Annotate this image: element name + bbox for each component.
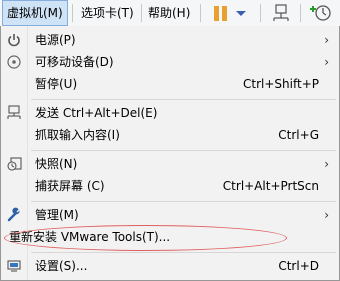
menubar-divider <box>72 4 73 22</box>
menu-item-removable-devices[interactable]: 可移动设备(D) › <box>1 51 339 73</box>
network-icon <box>273 4 289 21</box>
menu-item-grab-input[interactable]: 抓取输入内容(I) Ctrl+G <box>1 124 339 146</box>
menubar-divider <box>141 4 142 22</box>
menu-item-label: 管理(M) <box>35 208 79 222</box>
menu-help[interactable]: 帮助(H) <box>144 0 194 26</box>
pause-dropdown-button[interactable] <box>234 2 248 24</box>
menu-item-send-ctrl-alt-del[interactable]: 发送 Ctrl+Alt+Del(E) <box>1 102 339 124</box>
menu-item-label: 捕获屏幕 (C) <box>35 179 105 193</box>
menu-item-manage[interactable]: 管理(M) › <box>1 204 339 226</box>
menu-separator <box>31 201 336 202</box>
menu-item-shortcut: Ctrl+D <box>278 259 319 273</box>
menu-separator <box>31 99 336 100</box>
pause-icon <box>214 6 227 21</box>
menu-separator <box>31 252 336 253</box>
menu-item-shortcut: Ctrl+Shift+P <box>243 77 319 91</box>
submenu-arrow-icon: › <box>324 33 329 47</box>
menu-item-shortcut: Ctrl+G <box>278 128 319 142</box>
submenu-arrow-icon: › <box>324 55 329 69</box>
menu-item-label: 抓取输入内容(I) <box>35 128 120 142</box>
menu-separator <box>31 150 336 151</box>
toolbar-divider <box>260 4 261 22</box>
menu-item-label: 发送 Ctrl+Alt+Del(E) <box>35 106 158 120</box>
menu-item-settings[interactable]: 设置(S)... Ctrl+D <box>1 255 339 277</box>
submenu-arrow-icon: › <box>324 208 329 222</box>
menu-item-label: 重新安装 VMware Tools(T)... <box>9 230 171 244</box>
snapshot-icon <box>310 5 331 21</box>
settings-icon <box>7 260 21 272</box>
take-snapshot-button[interactable] <box>310 2 334 24</box>
snapshot-icon <box>7 157 22 171</box>
wrench-icon <box>7 207 20 222</box>
menu-item-label: 暂停(U) <box>35 77 78 91</box>
menu-item-capture-screen[interactable]: 捕获屏幕 (C) Ctrl+Alt+PrtScn <box>1 175 339 197</box>
menu-item-pause[interactable]: 暂停(U) Ctrl+Shift+P <box>1 73 339 95</box>
menubar-divider <box>200 4 201 22</box>
send-ctrl-alt-del-button[interactable] <box>270 2 292 24</box>
menu-vm[interactable]: 虚拟机(M) <box>2 0 68 26</box>
menu-bar: 虚拟机(M) 选项卡(T) 帮助(H) <box>0 0 340 27</box>
menu-item-shortcut: Ctrl+Alt+PrtScn <box>222 179 319 193</box>
menu-item-label: 快照(N) <box>35 157 78 171</box>
submenu-arrow-icon: › <box>324 157 329 171</box>
menu-item-power[interactable]: 电源(P) › <box>1 29 339 51</box>
menu-item-label: 设置(S)... <box>35 259 88 273</box>
chevron-down-icon <box>236 11 246 16</box>
keyboard-icon <box>7 105 21 119</box>
power-icon <box>8 34 20 47</box>
menu-item-label: 电源(P) <box>35 33 76 47</box>
menu-item-label: 可移动设备(D) <box>35 55 114 69</box>
toolbar-divider <box>300 4 301 22</box>
vm-dropdown-menu: 电源(P) › 可移动设备(D) › 暂停(U) Ctrl+Shift+P 发送… <box>0 26 340 281</box>
menu-item-snapshot[interactable]: 快照(N) › <box>1 153 339 175</box>
menu-tabs[interactable]: 选项卡(T) <box>77 0 138 26</box>
pause-button[interactable] <box>210 2 232 24</box>
disc-icon <box>7 55 21 69</box>
menu-item-reinstall-vmware-tools[interactable]: 重新安装 VMware Tools(T)... <box>1 226 339 248</box>
